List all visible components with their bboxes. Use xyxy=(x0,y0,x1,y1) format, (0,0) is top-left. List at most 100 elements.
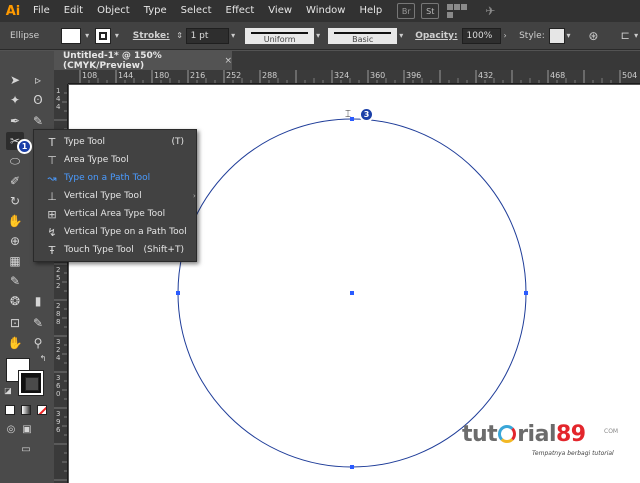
watermark-logo: tut rial89 COM Tempatnya berbagi tutorial xyxy=(462,420,622,466)
draw-normal-icon[interactable]: ◎ xyxy=(4,422,18,436)
stroke-weight-field[interactable]: 1 pt xyxy=(185,27,230,44)
horizontal-ruler[interactable]: 108 144 180 216 252 288 324 360 396 432 … xyxy=(68,70,640,84)
paintbrush-tool-icon[interactable]: ✐ xyxy=(6,172,24,190)
vertical-type-icon: ⊥ xyxy=(47,189,57,203)
lasso-tool-icon[interactable]: ʘ xyxy=(29,91,47,109)
stroke-color-box[interactable] xyxy=(18,370,44,396)
ruler-tick-label: 396 xyxy=(406,71,422,80)
flyout-vertical-type-on-path-tool[interactable]: ↯ Vertical Type on a Path Tool xyxy=(34,223,198,241)
flyout-item-label: Type on a Path Tool xyxy=(64,173,151,183)
curvature-tool-icon[interactable]: ✎ xyxy=(29,112,47,130)
area-type-icon: ⊤ xyxy=(47,153,57,167)
flyout-area-type-tool[interactable]: ⊤ Area Type Tool xyxy=(34,151,198,169)
flyout-item-shortcut: (Shift+T) xyxy=(143,245,184,255)
eyedropper-tool-icon[interactable]: ✎ xyxy=(6,272,24,290)
menu-view[interactable]: View xyxy=(261,0,299,22)
flyout-type-on-path-tool[interactable]: ↝ Type on a Path Tool xyxy=(34,169,198,187)
hand-tool-icon[interactable]: ✋ xyxy=(6,334,24,352)
screen-mode-icon[interactable]: ▭ xyxy=(17,442,35,456)
column-graph-tool-icon[interactable]: ▮ xyxy=(29,292,47,310)
chevron-right-icon[interactable]: › xyxy=(501,31,509,40)
menu-edit[interactable]: Edit xyxy=(57,0,90,22)
type-on-path-cursor-icon: ⌶ xyxy=(345,109,351,120)
ruler-tick-label: 504 xyxy=(622,71,638,80)
chevron-down-icon[interactable]: ▾ xyxy=(565,31,573,40)
pen-tool-icon[interactable]: ✒ xyxy=(6,112,24,130)
chevron-down-icon[interactable]: ▾ xyxy=(397,31,405,40)
flyout-item-label: Area Type Tool xyxy=(64,155,129,165)
flyout-item-label: Type Tool xyxy=(64,137,106,147)
gradient-mode-icon[interactable] xyxy=(21,405,31,415)
chevron-down-icon[interactable]: ▾ xyxy=(113,31,121,40)
none-mode-icon[interactable] xyxy=(37,405,47,415)
chevron-down-icon[interactable]: ▾ xyxy=(632,31,640,40)
shape-builder-tool-icon[interactable]: ⊕ xyxy=(6,232,24,250)
tools-panel: ➤ ▹ ✦ ʘ ✒ ✎ ✂ ⬭ ✐ ↻ ✋ ⊕ ▦ ✎ ❂ ▮ ⊡ ✎ ✋ ⚲ … xyxy=(0,51,54,483)
menu-help[interactable]: Help xyxy=(352,0,389,22)
close-icon[interactable]: × xyxy=(224,56,232,66)
align-icon[interactable]: ⊏ xyxy=(618,29,632,42)
document-tab[interactable]: Untitled-1* @ 150% (CMYK/Preview) × xyxy=(54,51,232,71)
menu-file[interactable]: File xyxy=(26,0,57,22)
selection-tool-icon[interactable]: ➤ xyxy=(6,71,24,89)
ruler-tick-label: 468 xyxy=(550,71,566,80)
stepper-icon[interactable]: ⇕ xyxy=(176,31,184,40)
ruler-tick-label: 144 xyxy=(118,71,134,80)
recolor-artwork-icon[interactable]: ⊛ xyxy=(586,29,600,43)
ruler-corner[interactable] xyxy=(54,70,68,84)
menu-type[interactable]: Type xyxy=(137,0,174,22)
menu-window[interactable]: Window xyxy=(299,0,352,22)
menu-select[interactable]: Select xyxy=(174,0,219,22)
ruler-tick-label: 8 xyxy=(56,318,61,326)
bridge-button[interactable]: Br xyxy=(397,3,416,19)
mesh-tool-icon[interactable]: ▦ xyxy=(6,252,24,270)
chevron-right-icon[interactable]: › xyxy=(193,192,196,200)
menu-effect[interactable]: Effect xyxy=(219,0,262,22)
graphic-style-swatch[interactable] xyxy=(548,27,565,44)
ruler-tick-label: 2 xyxy=(56,302,61,310)
opacity-field[interactable]: 100% xyxy=(461,27,502,44)
swap-colors-icon[interactable]: ↰ xyxy=(38,353,48,363)
symbol-sprayer-tool-icon[interactable]: ❂ xyxy=(6,292,24,310)
ruler-tick-label: 4 xyxy=(56,354,61,362)
ruler-tick-label: 432 xyxy=(478,71,494,80)
artboard-tool-icon[interactable]: ⊡ xyxy=(6,314,24,332)
variable-width-profile[interactable]: Uniform xyxy=(245,27,315,44)
flyout-vertical-type-tool[interactable]: ⊥ Vertical Type Tool xyxy=(34,187,198,205)
arrange-documents-icon[interactable] xyxy=(447,4,471,18)
brush-definition[interactable]: Basic xyxy=(328,27,398,44)
warp-tool-icon[interactable]: ✋ xyxy=(6,212,24,230)
stock-button[interactable]: St xyxy=(421,3,440,19)
ruler-tick-label: 6 xyxy=(56,382,61,390)
direct-selection-tool-icon[interactable]: ▹ xyxy=(29,71,47,89)
stroke-label[interactable]: Stroke: xyxy=(133,31,170,41)
gpu-performance-icon[interactable]: ✈ xyxy=(485,4,503,18)
magic-wand-tool-icon[interactable]: ✦ xyxy=(6,91,24,109)
ellipse-tool-icon[interactable]: ⬭ xyxy=(6,152,24,170)
watermark-com: COM xyxy=(604,428,619,435)
color-mode-icon[interactable] xyxy=(5,405,15,415)
chevron-down-icon[interactable]: ▾ xyxy=(229,31,237,40)
ruler-tick-label: 2 xyxy=(56,346,61,354)
fill-color-swatch[interactable] xyxy=(61,27,82,44)
slice-tool-icon[interactable]: ✎ xyxy=(29,314,47,332)
stroke-color-swatch[interactable] xyxy=(95,27,111,44)
style-label: Style: xyxy=(519,30,545,41)
chevron-down-icon[interactable]: ▾ xyxy=(314,31,322,40)
ruler-tick-label: 252 xyxy=(226,71,242,80)
flyout-touch-type-tool[interactable]: Ŧ Touch Type Tool (Shift+T) xyxy=(34,241,198,259)
opacity-label[interactable]: Opacity: xyxy=(415,31,457,41)
flyout-vertical-area-type-tool[interactable]: ⊞ Vertical Area Type Tool xyxy=(34,205,198,223)
menu-object[interactable]: Object xyxy=(90,0,137,22)
rotate-tool-icon[interactable]: ↻ xyxy=(6,192,24,210)
flyout-type-tool[interactable]: T Type Tool (T) xyxy=(34,133,198,151)
control-bar: Ellipse ▾ ▾ Stroke: ⇕ 1 pt ▾ Uniform ▾ B… xyxy=(0,22,640,50)
app-logo: Ai xyxy=(5,3,21,19)
ruler-tick-label: 3 xyxy=(56,374,61,382)
default-colors-icon[interactable]: ◪ xyxy=(3,385,13,395)
chevron-down-icon[interactable]: ▾ xyxy=(83,31,91,40)
ruler-tick-label: 3 xyxy=(56,410,61,418)
draw-behind-icon[interactable]: ▣ xyxy=(20,422,34,436)
object-type-label: Ellipse xyxy=(10,30,40,41)
zoom-tool-icon[interactable]: ⚲ xyxy=(29,334,47,352)
